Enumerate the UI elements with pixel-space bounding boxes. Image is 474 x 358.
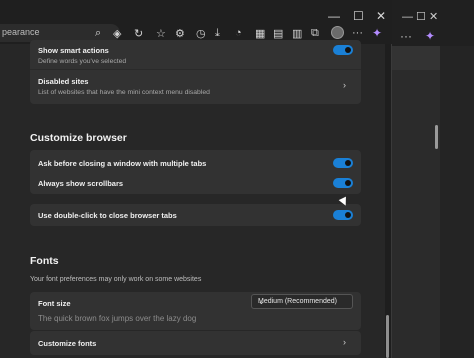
scrollbar-track[interactable] xyxy=(385,44,391,358)
font-preview-text: The quick brown fox jumps over the lazy … xyxy=(38,314,197,323)
favorites-icon[interactable]: ☆ xyxy=(156,27,166,40)
ask-before-closing-label: Ask before closing a window with multipl… xyxy=(38,159,207,168)
font-size-card: Font size Medium (Recommended) ⌄ The qui… xyxy=(30,292,361,330)
smart-actions-title: Show smart actions xyxy=(38,46,109,55)
close-button[interactable]: ✕ xyxy=(376,9,386,23)
search-icon[interactable]: ⌕ xyxy=(95,27,101,40)
bg-window-controls[interactable]: — ☐ ✕ xyxy=(402,10,438,23)
smart-actions-desc: Define words you've selected xyxy=(38,58,127,65)
disabled-sites-desc: List of websites that have the mini cont… xyxy=(38,89,210,96)
customize-browser-heading: Customize browser xyxy=(30,132,127,144)
collections-icon[interactable]: ▤ xyxy=(273,27,283,40)
background-browser-window[interactable]: — ☐ ✕ ··· ✦ xyxy=(380,0,474,358)
always-show-scrollbars-label: Always show scrollbars xyxy=(38,179,124,188)
fonts-subtitle: Your font preferences may only work on s… xyxy=(30,276,202,283)
double-click-label: Use double-click to close browser tabs xyxy=(38,211,177,220)
context-menu-card: Show smart actions Define words you've s… xyxy=(30,40,361,104)
downloads-icon[interactable]: ⤓ xyxy=(215,27,220,40)
bg-copilot-icon[interactable]: ✦ xyxy=(425,29,435,43)
fonts-heading: Fonts xyxy=(30,255,59,267)
history-icon[interactable]: ◷ xyxy=(196,27,206,40)
refresh-icon[interactable]: ↻ xyxy=(134,27,143,40)
double-click-toggle[interactable] xyxy=(333,210,353,220)
more-menu-icon[interactable]: ··· xyxy=(352,27,363,39)
extensions-icon[interactable]: ⚙ xyxy=(175,27,185,40)
customize-fonts-row[interactable]: Customize fonts › xyxy=(30,331,361,355)
maximize-button[interactable]: ☐ xyxy=(353,9,364,23)
disabled-sites-title: Disabled sites xyxy=(38,77,89,86)
card-divider xyxy=(30,69,361,70)
address-text: pearance xyxy=(2,27,40,37)
profile-avatar[interactable] xyxy=(331,26,344,39)
chevron-down-icon: ⌄ xyxy=(258,297,265,306)
share-icon[interactable]: ⧉ xyxy=(311,27,319,40)
smart-actions-toggle[interactable] xyxy=(333,45,353,55)
performance-icon[interactable]: ◔ xyxy=(235,27,242,39)
read-aloud-icon[interactable]: ◈ xyxy=(113,27,121,40)
copilot-icon[interactable]: ✦ xyxy=(372,26,382,40)
customize-fonts-label: Customize fonts xyxy=(38,339,97,348)
customize-browser-card: Ask before closing a window with multipl… xyxy=(30,150,361,194)
ask-before-closing-toggle[interactable] xyxy=(333,158,353,168)
settings-page: Show smart actions Define words you've s… xyxy=(0,40,386,358)
scrollbar-thumb[interactable] xyxy=(386,315,389,358)
font-size-dropdown[interactable]: Medium (Recommended) ⌄ xyxy=(251,294,353,309)
apps-icon[interactable]: ▦ xyxy=(255,27,265,40)
font-size-label: Font size xyxy=(38,299,71,308)
chevron-right-icon: › xyxy=(343,80,346,90)
bg-scrollbar-thumb[interactable] xyxy=(435,125,438,149)
always-show-scrollbars-toggle[interactable] xyxy=(333,178,353,188)
minimize-button[interactable]: — xyxy=(328,9,340,23)
split-screen-icon[interactable]: ▥ xyxy=(292,27,302,40)
bg-more-icon[interactable]: ··· xyxy=(400,29,412,43)
chevron-right-icon: › xyxy=(343,337,346,347)
settings-window: — ☐ ✕ pearance ⌕ ◈ ↻ ☆ ⚙ ◷ ⤓ ◔ ▦ ▤ ▥ ⧉ ·… xyxy=(0,0,392,358)
double-click-card: Use double-click to close browser tabs xyxy=(30,204,361,226)
